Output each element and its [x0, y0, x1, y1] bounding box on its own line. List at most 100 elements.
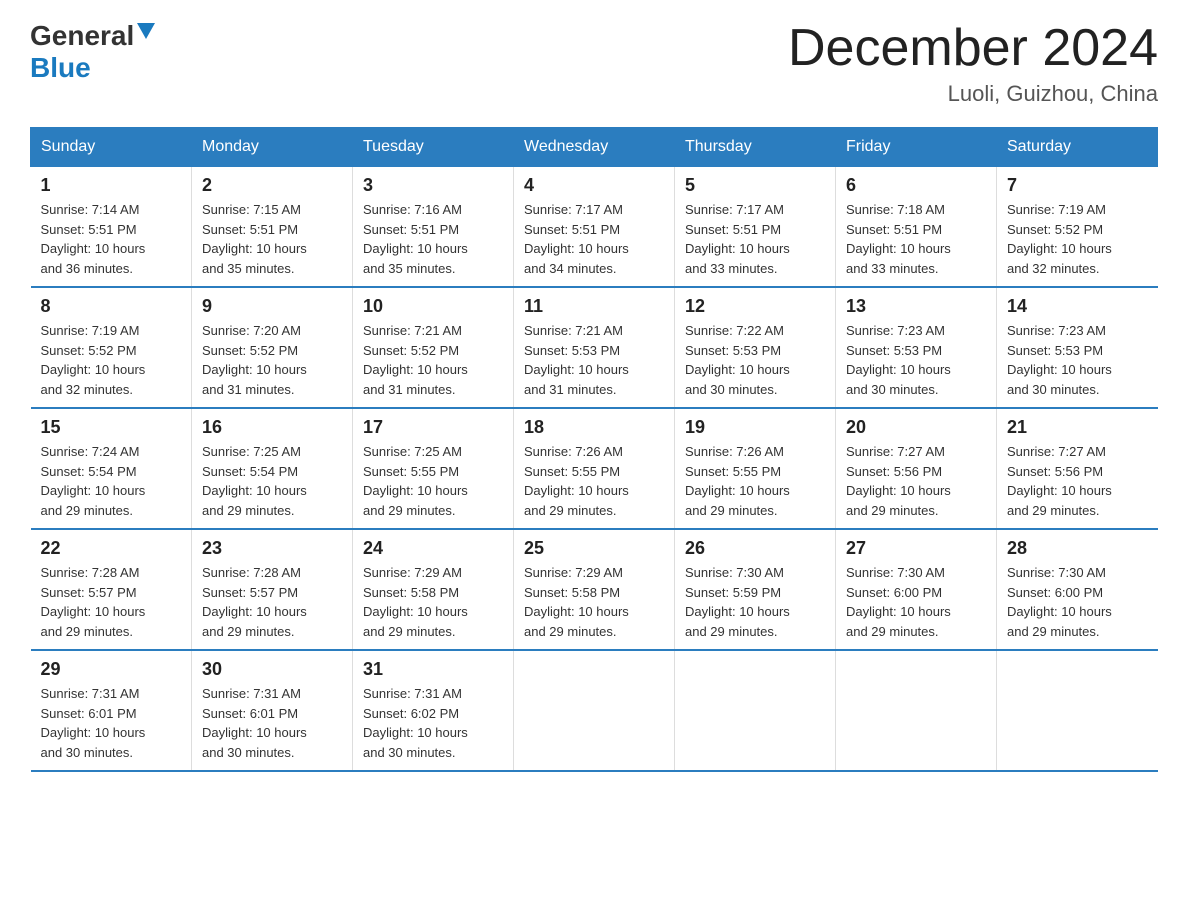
daylight-minutes: and 36 minutes.	[41, 261, 134, 276]
calendar-day-cell: 30 Sunrise: 7:31 AM Sunset: 6:01 PM Dayl…	[192, 650, 353, 771]
daylight-minutes: and 35 minutes.	[202, 261, 295, 276]
daylight-label: Daylight: 10 hours	[41, 483, 146, 498]
daylight-minutes: and 29 minutes.	[363, 503, 456, 518]
sunrise-label: Sunrise: 7:27 AM	[1007, 444, 1106, 459]
day-number: 28	[1007, 538, 1148, 559]
calendar-day-cell: 5 Sunrise: 7:17 AM Sunset: 5:51 PM Dayli…	[675, 167, 836, 288]
calendar-day-cell	[997, 650, 1158, 771]
daylight-label: Daylight: 10 hours	[363, 241, 468, 256]
logo-general-text: General	[30, 20, 134, 52]
day-number: 27	[846, 538, 986, 559]
sunrise-label: Sunrise: 7:26 AM	[524, 444, 623, 459]
calendar-week-row: 29 Sunrise: 7:31 AM Sunset: 6:01 PM Dayl…	[31, 650, 1158, 771]
day-number: 24	[363, 538, 503, 559]
calendar-day-cell: 18 Sunrise: 7:26 AM Sunset: 5:55 PM Dayl…	[514, 408, 675, 529]
daylight-label: Daylight: 10 hours	[41, 362, 146, 377]
calendar-day-cell: 21 Sunrise: 7:27 AM Sunset: 5:56 PM Dayl…	[997, 408, 1158, 529]
daylight-minutes: and 29 minutes.	[846, 503, 939, 518]
daylight-label: Daylight: 10 hours	[363, 725, 468, 740]
day-info: Sunrise: 7:23 AM Sunset: 5:53 PM Dayligh…	[1007, 321, 1148, 399]
daylight-label: Daylight: 10 hours	[1007, 604, 1112, 619]
day-info: Sunrise: 7:19 AM Sunset: 5:52 PM Dayligh…	[41, 321, 182, 399]
day-info: Sunrise: 7:17 AM Sunset: 5:51 PM Dayligh…	[524, 200, 664, 278]
daylight-label: Daylight: 10 hours	[524, 362, 629, 377]
sunset-label: Sunset: 5:55 PM	[363, 464, 459, 479]
header-sunday: Sunday	[31, 128, 192, 167]
sunset-label: Sunset: 6:00 PM	[1007, 585, 1103, 600]
daylight-minutes: and 29 minutes.	[524, 503, 617, 518]
day-number: 6	[846, 175, 986, 196]
sunset-label: Sunset: 5:52 PM	[1007, 222, 1103, 237]
calendar-body: 1 Sunrise: 7:14 AM Sunset: 5:51 PM Dayli…	[31, 167, 1158, 772]
sunrise-label: Sunrise: 7:25 AM	[363, 444, 462, 459]
day-number: 18	[524, 417, 664, 438]
sunset-label: Sunset: 5:52 PM	[41, 343, 137, 358]
header-wednesday: Wednesday	[514, 128, 675, 167]
daylight-minutes: and 29 minutes.	[202, 624, 295, 639]
daylight-minutes: and 33 minutes.	[846, 261, 939, 276]
calendar-day-cell	[514, 650, 675, 771]
day-number: 14	[1007, 296, 1148, 317]
day-number: 13	[846, 296, 986, 317]
sunset-label: Sunset: 5:52 PM	[202, 343, 298, 358]
calendar-week-row: 22 Sunrise: 7:28 AM Sunset: 5:57 PM Dayl…	[31, 529, 1158, 650]
daylight-label: Daylight: 10 hours	[846, 483, 951, 498]
daylight-minutes: and 30 minutes.	[1007, 382, 1100, 397]
daylight-minutes: and 29 minutes.	[685, 503, 778, 518]
daylight-minutes: and 30 minutes.	[202, 745, 295, 760]
sunset-label: Sunset: 5:51 PM	[41, 222, 137, 237]
day-number: 16	[202, 417, 342, 438]
daylight-label: Daylight: 10 hours	[846, 604, 951, 619]
day-info: Sunrise: 7:27 AM Sunset: 5:56 PM Dayligh…	[1007, 442, 1148, 520]
daylight-label: Daylight: 10 hours	[846, 362, 951, 377]
sunrise-label: Sunrise: 7:27 AM	[846, 444, 945, 459]
day-number: 31	[363, 659, 503, 680]
sunrise-label: Sunrise: 7:23 AM	[846, 323, 945, 338]
sunrise-label: Sunrise: 7:31 AM	[41, 686, 140, 701]
header-friday: Friday	[836, 128, 997, 167]
sunset-label: Sunset: 6:00 PM	[846, 585, 942, 600]
sunrise-label: Sunrise: 7:25 AM	[202, 444, 301, 459]
calendar-day-cell: 3 Sunrise: 7:16 AM Sunset: 5:51 PM Dayli…	[353, 167, 514, 288]
calendar-day-cell	[836, 650, 997, 771]
daylight-minutes: and 31 minutes.	[202, 382, 295, 397]
day-info: Sunrise: 7:16 AM Sunset: 5:51 PM Dayligh…	[363, 200, 503, 278]
sunrise-label: Sunrise: 7:16 AM	[363, 202, 462, 217]
daylight-label: Daylight: 10 hours	[41, 241, 146, 256]
header-thursday: Thursday	[675, 128, 836, 167]
calendar-day-cell: 6 Sunrise: 7:18 AM Sunset: 5:51 PM Dayli…	[836, 167, 997, 288]
sunset-label: Sunset: 5:51 PM	[202, 222, 298, 237]
daylight-minutes: and 32 minutes.	[41, 382, 134, 397]
day-number: 30	[202, 659, 342, 680]
day-number: 20	[846, 417, 986, 438]
day-info: Sunrise: 7:25 AM Sunset: 5:54 PM Dayligh…	[202, 442, 342, 520]
day-info: Sunrise: 7:29 AM Sunset: 5:58 PM Dayligh…	[524, 563, 664, 641]
sunset-label: Sunset: 5:51 PM	[685, 222, 781, 237]
calendar-day-cell: 4 Sunrise: 7:17 AM Sunset: 5:51 PM Dayli…	[514, 167, 675, 288]
daylight-minutes: and 29 minutes.	[41, 503, 134, 518]
header-tuesday: Tuesday	[353, 128, 514, 167]
day-number: 9	[202, 296, 342, 317]
day-number: 26	[685, 538, 825, 559]
daylight-label: Daylight: 10 hours	[524, 241, 629, 256]
sunrise-label: Sunrise: 7:17 AM	[685, 202, 784, 217]
calendar-header: Sunday Monday Tuesday Wednesday Thursday…	[31, 128, 1158, 167]
sunrise-label: Sunrise: 7:31 AM	[202, 686, 301, 701]
day-number: 3	[363, 175, 503, 196]
day-number: 5	[685, 175, 825, 196]
calendar-day-cell: 15 Sunrise: 7:24 AM Sunset: 5:54 PM Dayl…	[31, 408, 192, 529]
day-info: Sunrise: 7:25 AM Sunset: 5:55 PM Dayligh…	[363, 442, 503, 520]
calendar-table: Sunday Monday Tuesday Wednesday Thursday…	[30, 127, 1158, 772]
day-info: Sunrise: 7:31 AM Sunset: 6:02 PM Dayligh…	[363, 684, 503, 762]
calendar-day-cell: 19 Sunrise: 7:26 AM Sunset: 5:55 PM Dayl…	[675, 408, 836, 529]
daylight-label: Daylight: 10 hours	[363, 483, 468, 498]
calendar-day-cell: 9 Sunrise: 7:20 AM Sunset: 5:52 PM Dayli…	[192, 287, 353, 408]
daylight-label: Daylight: 10 hours	[202, 725, 307, 740]
calendar-day-cell: 13 Sunrise: 7:23 AM Sunset: 5:53 PM Dayl…	[836, 287, 997, 408]
daylight-label: Daylight: 10 hours	[524, 604, 629, 619]
sunset-label: Sunset: 5:57 PM	[202, 585, 298, 600]
calendar-week-row: 8 Sunrise: 7:19 AM Sunset: 5:52 PM Dayli…	[31, 287, 1158, 408]
daylight-label: Daylight: 10 hours	[685, 604, 790, 619]
day-number: 25	[524, 538, 664, 559]
day-info: Sunrise: 7:30 AM Sunset: 6:00 PM Dayligh…	[1007, 563, 1148, 641]
